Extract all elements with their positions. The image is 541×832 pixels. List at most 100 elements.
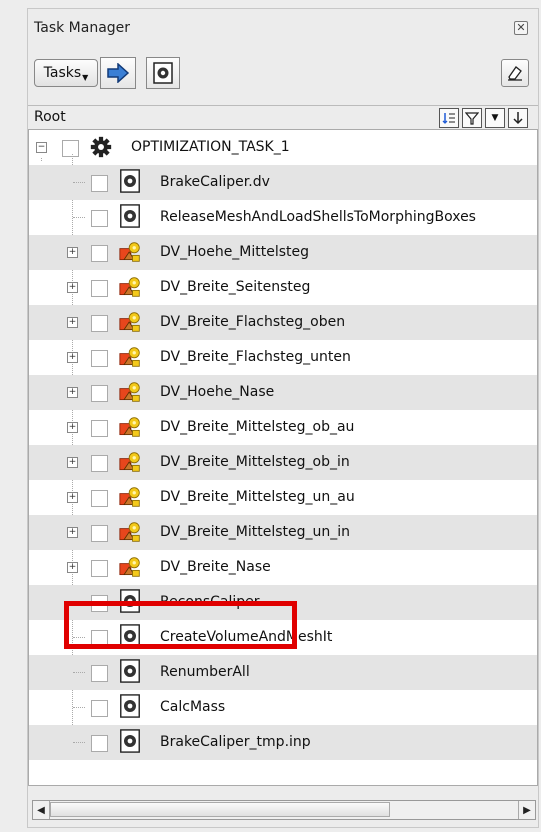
checkbox[interactable]: [91, 420, 108, 437]
expand-icon[interactable]: +: [67, 387, 78, 398]
checkbox[interactable]: [91, 175, 108, 192]
tree-connector: [73, 742, 85, 743]
tree-connector: [73, 182, 85, 183]
checkbox[interactable]: [91, 210, 108, 227]
tree-item-row[interactable]: + DV_Breite_Mittelsteg_un_au: [29, 480, 537, 515]
tree-item-row[interactable]: BrakeCaliper.dv: [29, 165, 537, 200]
checkbox[interactable]: [91, 315, 108, 332]
tree-item-label: DV_Breite_Flachsteg_oben: [160, 314, 346, 330]
eraser-button[interactable]: [501, 59, 529, 87]
checkbox[interactable]: [91, 350, 108, 367]
tree-item-label: DV_Breite_Mittelsteg_un_au: [160, 489, 355, 505]
tree-item-label: DV_Breite_Mittelsteg_ob_in: [160, 454, 350, 470]
tasks-dropdown-button[interactable]: Tasks ▼: [34, 59, 98, 87]
tree-item-label: DV_Breite_Seitensteg: [160, 279, 311, 295]
design-variable-icon: [119, 522, 140, 542]
tree-item-label: DV_Hoehe_Nase: [160, 384, 275, 400]
task-manager-panel: Task Manager ✕ Tasks ▼ Root ▼ − OPTIMIZA…: [27, 8, 539, 828]
checkbox[interactable]: [91, 700, 108, 717]
expand-icon[interactable]: +: [67, 527, 78, 538]
design-variable-icon: [119, 347, 140, 367]
script-gear-icon: [120, 169, 140, 193]
checkbox[interactable]: [91, 490, 108, 507]
design-variable-icon: [119, 242, 140, 262]
script-gear-icon: [120, 659, 140, 683]
tree-item-label: DV_Breite_Flachsteg_unten: [160, 349, 351, 365]
sort-button[interactable]: [439, 108, 459, 128]
tasks-label: Tasks: [43, 65, 82, 81]
expand-icon[interactable]: +: [67, 247, 78, 258]
expand-icon[interactable]: +: [67, 492, 78, 503]
tree-item-row[interactable]: + DV_Breite_Mittelsteg_un_in: [29, 515, 537, 550]
filter-button[interactable]: [462, 108, 482, 128]
eraser-icon: [508, 66, 522, 81]
tree-item-row[interactable]: + DV_Breite_Mittelsteg_ob_au: [29, 410, 537, 445]
expand-icon[interactable]: +: [67, 282, 78, 293]
script-button[interactable]: [146, 57, 180, 89]
tree-item-row[interactable]: + DV_Breite_Mittelsteg_ob_in: [29, 445, 537, 480]
highlight-box: [64, 601, 297, 649]
checkbox[interactable]: [91, 735, 108, 752]
tree-item-label: BrakeCaliper.dv: [160, 174, 270, 190]
right-arrow-button[interactable]: [100, 57, 136, 89]
checkbox[interactable]: [91, 280, 108, 297]
task-tree: − OPTIMIZATION_TASK_1 BrakeCaliper.dv Rel…: [28, 129, 538, 786]
tree-item-label: DV_Breite_Nase: [160, 559, 271, 575]
checkbox[interactable]: [91, 560, 108, 577]
tree-item-label: CalcMass: [160, 699, 226, 715]
script-gear-icon: [153, 62, 173, 84]
checkbox[interactable]: [91, 665, 108, 682]
tree-item-label: DV_Breite_Mittelsteg_un_in: [160, 524, 351, 540]
design-variable-icon: [119, 417, 140, 437]
close-icon[interactable]: ✕: [514, 21, 528, 35]
checkbox[interactable]: [91, 385, 108, 402]
checkbox[interactable]: [91, 455, 108, 472]
tree-connector: [73, 707, 85, 708]
design-variable-icon: [119, 312, 140, 332]
dropdown-arrow-icon: ▼: [491, 113, 499, 123]
tree-item-row[interactable]: + DV_Breite_Flachsteg_unten: [29, 340, 537, 375]
tree-item-label: RenumberAll: [160, 664, 250, 680]
design-variable-icon: [119, 277, 140, 297]
tree-item-row[interactable]: + DV_Hoehe_Mittelsteg: [29, 235, 537, 270]
scroll-left-icon[interactable]: ◀: [33, 801, 50, 819]
expand-icon[interactable]: +: [67, 352, 78, 363]
checkbox[interactable]: [62, 140, 79, 157]
tree-item-row[interactable]: ReleaseMeshAndLoadShellsToMorphingBoxes: [29, 200, 537, 235]
tree-connector: [73, 672, 85, 673]
right-arrow-icon: [107, 63, 130, 83]
gear-icon: [90, 136, 112, 158]
down-arrow-icon: [513, 112, 523, 125]
collapse-icon[interactable]: −: [36, 142, 47, 153]
tree-item-row[interactable]: + DV_Breite_Seitensteg: [29, 270, 537, 305]
checkbox[interactable]: [91, 245, 108, 262]
checkbox[interactable]: [91, 525, 108, 542]
down-arrow-button[interactable]: [508, 108, 528, 128]
design-variable-icon: [119, 557, 140, 577]
expand-icon[interactable]: +: [67, 562, 78, 573]
expand-icon[interactable]: +: [67, 422, 78, 433]
tree-item-row[interactable]: CalcMass: [29, 690, 537, 725]
tree-item-row[interactable]: + DV_Breite_Nase: [29, 550, 537, 585]
expand-icon[interactable]: +: [67, 317, 78, 328]
horizontal-scrollbar[interactable]: ◀ ▶: [32, 800, 536, 820]
tree-item-row[interactable]: BrakeCaliper_tmp.inp: [29, 725, 537, 760]
window-title: Task Manager: [34, 20, 131, 36]
title-bar: Task Manager ✕: [28, 9, 538, 47]
design-variable-icon: [119, 487, 140, 507]
tree-item-row[interactable]: + DV_Breite_Flachsteg_oben: [29, 305, 537, 340]
expand-icon[interactable]: +: [67, 457, 78, 468]
scrollbar-thumb[interactable]: [50, 802, 390, 817]
script-gear-icon: [120, 729, 140, 753]
tree-item-row[interactable]: + DV_Hoehe_Nase: [29, 375, 537, 410]
tree-item-label: DV_Breite_Mittelsteg_ob_au: [160, 419, 355, 435]
tree-item-label: BrakeCaliper_tmp.inp: [160, 734, 311, 750]
root-label: Root: [34, 109, 66, 125]
tree-item-row[interactable]: RenumberAll: [29, 655, 537, 690]
tree-item-label: ReleaseMeshAndLoadShellsToMorphingBoxes: [160, 209, 476, 225]
filter-dropdown-button[interactable]: ▼: [485, 108, 505, 128]
script-gear-icon: [120, 694, 140, 718]
scroll-right-icon[interactable]: ▶: [518, 801, 535, 819]
tree-root-row[interactable]: − OPTIMIZATION_TASK_1: [29, 130, 537, 165]
design-variable-icon: [119, 382, 140, 402]
